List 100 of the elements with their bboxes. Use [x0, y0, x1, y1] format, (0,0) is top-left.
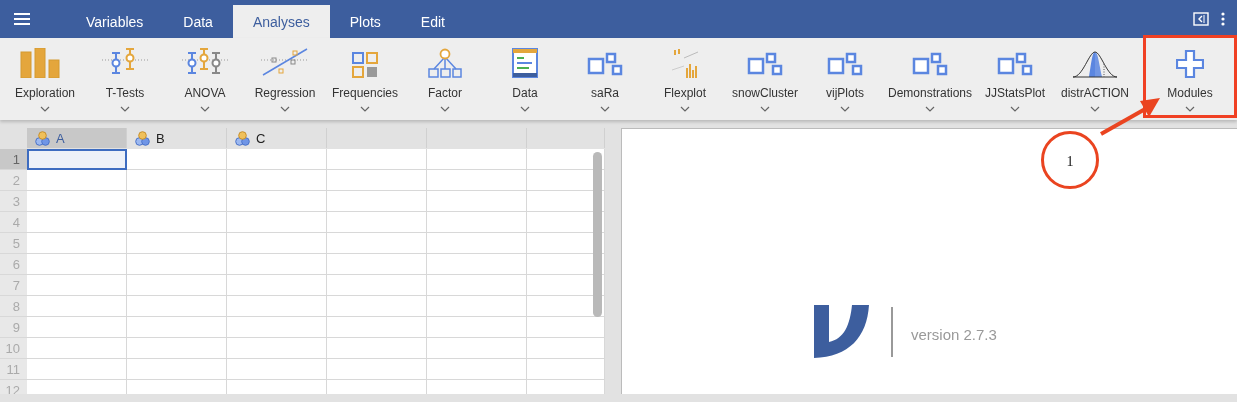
analysis-menu-button[interactable]: Flexplot [645, 38, 725, 120]
row-number: 3 [0, 191, 27, 212]
panel-toggle-icon[interactable] [1193, 12, 1209, 26]
row-number: 11 [0, 359, 27, 380]
analysis-menu-button[interactable]: ANOVA [165, 38, 245, 120]
row-number: 5 [0, 233, 27, 254]
table-cell[interactable] [27, 233, 127, 254]
table-cell[interactable] [127, 233, 227, 254]
logo-icon [814, 305, 869, 358]
analysis-menu-button[interactable]: saRa [565, 38, 645, 120]
caret-icon [360, 106, 370, 112]
table-cell[interactable] [27, 170, 127, 191]
table-cell[interactable] [27, 317, 127, 338]
table-cell[interactable] [327, 338, 427, 359]
table-cell[interactable] [227, 359, 327, 380]
menu-tab[interactable]: Variables [66, 5, 164, 38]
table-cell[interactable] [427, 317, 527, 338]
table-cell[interactable] [127, 317, 227, 338]
analysis-menu-button[interactable]: Factor [405, 38, 485, 120]
caret-icon [1185, 106, 1195, 112]
table-cell[interactable] [27, 212, 127, 233]
scrollbar[interactable] [593, 152, 602, 317]
table-cell[interactable] [327, 233, 427, 254]
analysis-menu-button[interactable]: JJStatsPlot [975, 38, 1056, 120]
analysis-menu-button[interactable]: Data [485, 38, 565, 120]
arrow-annotation [1099, 98, 1160, 136]
table-cell[interactable] [427, 233, 527, 254]
row-number: 2 [0, 170, 27, 191]
table-cell[interactable] [27, 338, 127, 359]
analysis-menu-button[interactable]: vijPlots [805, 38, 885, 120]
menu-tab[interactable]: Analyses [232, 5, 330, 38]
table-cell[interactable] [227, 170, 327, 191]
table-cell[interactable] [227, 254, 327, 275]
table-cell[interactable] [327, 317, 427, 338]
table-cell[interactable] [127, 170, 227, 191]
table-cell[interactable] [527, 338, 605, 359]
table-cell[interactable] [527, 149, 605, 170]
table-cell[interactable] [227, 191, 327, 212]
table-cell[interactable] [227, 212, 327, 233]
table-cell[interactable] [427, 338, 527, 359]
table-cell[interactable] [527, 359, 605, 380]
table-cell[interactable] [127, 212, 227, 233]
table-cell[interactable] [327, 191, 427, 212]
table-cell[interactable] [127, 275, 227, 296]
table-cell[interactable] [227, 296, 327, 317]
squares-icon [912, 52, 948, 78]
table-cell[interactable] [327, 170, 427, 191]
column-header[interactable]: A [27, 128, 127, 148]
table-cell[interactable] [27, 275, 127, 296]
table-cell[interactable] [327, 275, 427, 296]
table-cell[interactable] [127, 338, 227, 359]
table-cell[interactable] [127, 359, 227, 380]
table-cell[interactable] [227, 149, 327, 170]
squares-icon [587, 52, 623, 78]
table-cell[interactable] [227, 233, 327, 254]
tree-icon [428, 48, 462, 78]
table-cell[interactable] [427, 254, 527, 275]
table-cell[interactable] [27, 359, 127, 380]
row-number: 6 [0, 254, 27, 275]
table-cell[interactable] [127, 149, 227, 170]
table-cell[interactable] [227, 317, 327, 338]
table-cell[interactable] [327, 296, 427, 317]
analysis-menu-button[interactable]: T-Tests [85, 38, 165, 120]
table-cell[interactable] [427, 296, 527, 317]
analysis-menu-button[interactable]: Demonstrations [885, 38, 976, 120]
squares-icon [827, 52, 863, 78]
menu-tab[interactable]: Plots [329, 5, 401, 38]
table-cell[interactable] [427, 359, 527, 380]
nominal-variable-icon [35, 130, 50, 146]
row-number: 9 [0, 317, 27, 338]
table-cell[interactable] [227, 338, 327, 359]
table-cell[interactable] [327, 359, 427, 380]
analysis-menu-button[interactable]: Exploration [5, 38, 85, 120]
analysis-menu-button[interactable]: Regression [245, 38, 325, 120]
selected-cell[interactable] [27, 149, 127, 170]
table-cell[interactable] [327, 212, 427, 233]
more-options-icon[interactable] [1221, 12, 1225, 26]
analysis-menu-button[interactable]: Modules [1143, 38, 1237, 120]
table-cell[interactable] [427, 170, 527, 191]
table-cell[interactable] [27, 254, 127, 275]
squares-icon [747, 52, 783, 78]
analysis-menu-button[interactable]: distrACTION [1055, 38, 1136, 120]
table-cell[interactable] [27, 191, 127, 212]
table-cell[interactable] [227, 275, 327, 296]
chart-icon [670, 48, 700, 78]
menu-tab[interactable]: Edit [400, 5, 465, 38]
table-cell[interactable] [327, 149, 427, 170]
table-cell[interactable] [427, 212, 527, 233]
table-cell[interactable] [427, 275, 527, 296]
table-cell[interactable] [127, 254, 227, 275]
analysis-menu-button[interactable]: snowCluster [725, 38, 805, 120]
table-cell[interactable] [127, 296, 227, 317]
table-cell[interactable] [27, 296, 127, 317]
menu-tab[interactable]: Data [163, 5, 233, 38]
table-cell[interactable] [327, 254, 427, 275]
table-cell[interactable] [527, 317, 605, 338]
analysis-menu-button[interactable]: Frequencies [325, 38, 405, 120]
table-cell[interactable] [427, 149, 527, 170]
table-cell[interactable] [127, 191, 227, 212]
table-cell[interactable] [427, 191, 527, 212]
